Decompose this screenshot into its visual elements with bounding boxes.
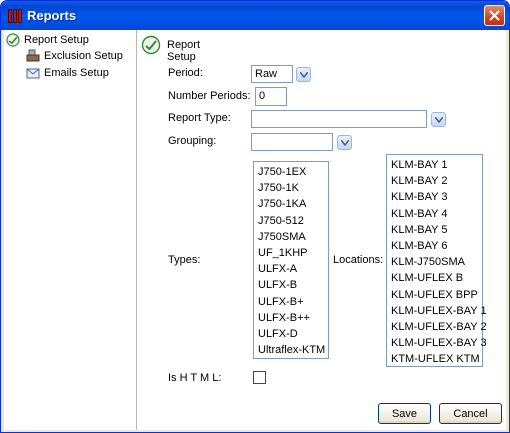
list-item[interactable]: KLM-UFLEX-BAY 3	[391, 335, 487, 351]
types-listbox[interactable]: J750-1EX J750-1K J750-1KA J750-512 J750S…	[253, 161, 329, 359]
list-item[interactable]: KLM-BAY 5	[391, 222, 478, 238]
list-item[interactable]: ULFX-B	[258, 277, 324, 293]
list-item[interactable]: KLM-BAY 2	[391, 173, 478, 189]
list-item[interactable]: J750-1K	[258, 180, 324, 196]
list-item[interactable]: J750SMA	[258, 229, 324, 245]
list-item[interactable]: KTM-UFLEX KTM	[391, 351, 480, 367]
reports-window: Reports Report Setup Exclusion Setup Ema…	[0, 0, 510, 433]
save-button[interactable]: Save	[378, 403, 431, 424]
chevron-down-icon	[300, 72, 308, 78]
report-setup-panel: Report Setup Period: Raw Number Periods:…	[137, 30, 506, 430]
list-item[interactable]: KLM-J750SMA	[391, 254, 478, 270]
cancel-button[interactable]: Cancel	[439, 403, 502, 424]
list-item[interactable]: KLM-UFLEX-BAY 2	[391, 319, 487, 335]
list-item[interactable]: KLM-UFLEX-BAY 1	[391, 303, 487, 319]
list-item[interactable]: KLM-BAY 6	[391, 238, 478, 254]
report-type-label: Report Type:	[168, 112, 231, 124]
list-item[interactable]: ULFX-A	[258, 261, 324, 277]
list-item[interactable]: UF_1KHP	[258, 245, 324, 261]
grouping-dropdown-button[interactable]	[337, 135, 352, 150]
grouping-select[interactable]	[251, 133, 333, 151]
reports-app-icon	[7, 8, 23, 24]
locations-listbox[interactable]: KLM-BAY 1 KLM-BAY 2 KLM-BAY 3 KLM-BAY 4 …	[386, 154, 487, 367]
list-item[interactable]: KLM-UFLEX BPP	[391, 287, 478, 303]
period-dropdown-button[interactable]	[296, 67, 311, 82]
page-title: Report Setup	[167, 39, 201, 63]
exclusion-setup-icon	[26, 49, 40, 62]
client-area: Report Setup Exclusion Setup Emails Setu…	[4, 30, 506, 430]
list-item[interactable]: Ultraflex-KTM	[258, 342, 325, 358]
list-item[interactable]: J750-1KA	[258, 196, 324, 212]
list-item[interactable]: J750-1EX	[258, 164, 324, 180]
emails-setup-icon	[26, 68, 40, 79]
nav-item-label: Report Setup	[24, 34, 89, 46]
list-item[interactable]: ULFX-D	[258, 326, 324, 342]
list-item[interactable]: KLM-BAY 1	[391, 157, 478, 173]
nav-tree: Report Setup Exclusion Setup Emails Setu…	[4, 30, 137, 430]
close-button[interactable]	[484, 5, 505, 26]
is-html-checkbox[interactable]	[253, 371, 266, 384]
title-bar[interactable]: Reports	[1, 1, 509, 30]
nav-item-label: Emails Setup	[44, 67, 109, 79]
report-type-select[interactable]	[251, 110, 427, 128]
report-setup-icon	[6, 33, 20, 47]
chevron-down-icon	[435, 117, 443, 123]
close-icon	[489, 10, 500, 21]
locations-label: Locations:	[333, 254, 384, 266]
report-type-dropdown-button[interactable]	[431, 112, 446, 127]
types-label: Types:	[168, 254, 201, 266]
number-periods-label: Number Periods:	[168, 90, 251, 102]
number-periods-input[interactable]: 0	[255, 87, 287, 106]
grouping-label: Grouping:	[168, 135, 217, 147]
period-select[interactable]: Raw	[251, 65, 293, 83]
period-label: Period:	[168, 67, 203, 79]
list-item[interactable]: KLM-BAY 3	[391, 189, 478, 205]
list-item[interactable]: J750-512	[258, 213, 324, 229]
nav-item-label: Exclusion Setup	[44, 50, 123, 62]
list-item[interactable]: ULFX-B+	[258, 294, 324, 310]
chevron-down-icon	[341, 140, 349, 146]
list-item[interactable]: ULFX-B++	[258, 310, 324, 326]
list-item[interactable]: KLM-UFLEX B	[391, 270, 478, 286]
report-setup-icon	[141, 35, 161, 55]
list-item[interactable]: KLM-BAY 4	[391, 206, 478, 222]
is-html-label: Is H T M L:	[168, 372, 222, 384]
window-title: Reports	[27, 8, 77, 23]
